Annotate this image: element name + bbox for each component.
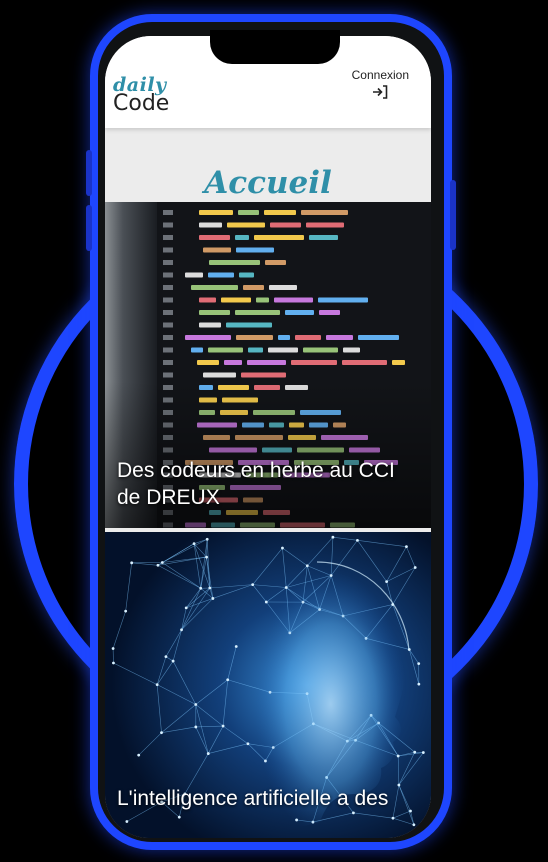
article-card[interactable]: Des codeurs en herbe au CCI de DREUX <box>105 202 431 528</box>
phone-notch <box>210 30 340 64</box>
phone-volume-up <box>86 150 92 196</box>
login-label: Connexion <box>351 68 409 82</box>
daily-code-logo[interactable]: daily Code <box>113 76 169 115</box>
phone-power-button <box>450 180 456 250</box>
article-title: L'intelligence artificielle a des <box>117 787 389 810</box>
article-card[interactable]: L'intelligence artificielle a des <box>105 532 431 838</box>
logo-code-text: Code <box>113 91 170 116</box>
login-button[interactable]: Connexion <box>352 68 409 99</box>
page-title: Accueil <box>204 164 332 201</box>
phone-screen: daily Code Connexion Accueil Des codeurs… <box>105 36 431 838</box>
article-title: Des codeurs en herbe au CCI de DREUX <box>117 459 395 510</box>
login-arrow-icon <box>373 85 388 99</box>
phone-volume-down <box>86 205 92 251</box>
stage: daily Code Connexion Accueil Des codeurs… <box>0 0 548 862</box>
